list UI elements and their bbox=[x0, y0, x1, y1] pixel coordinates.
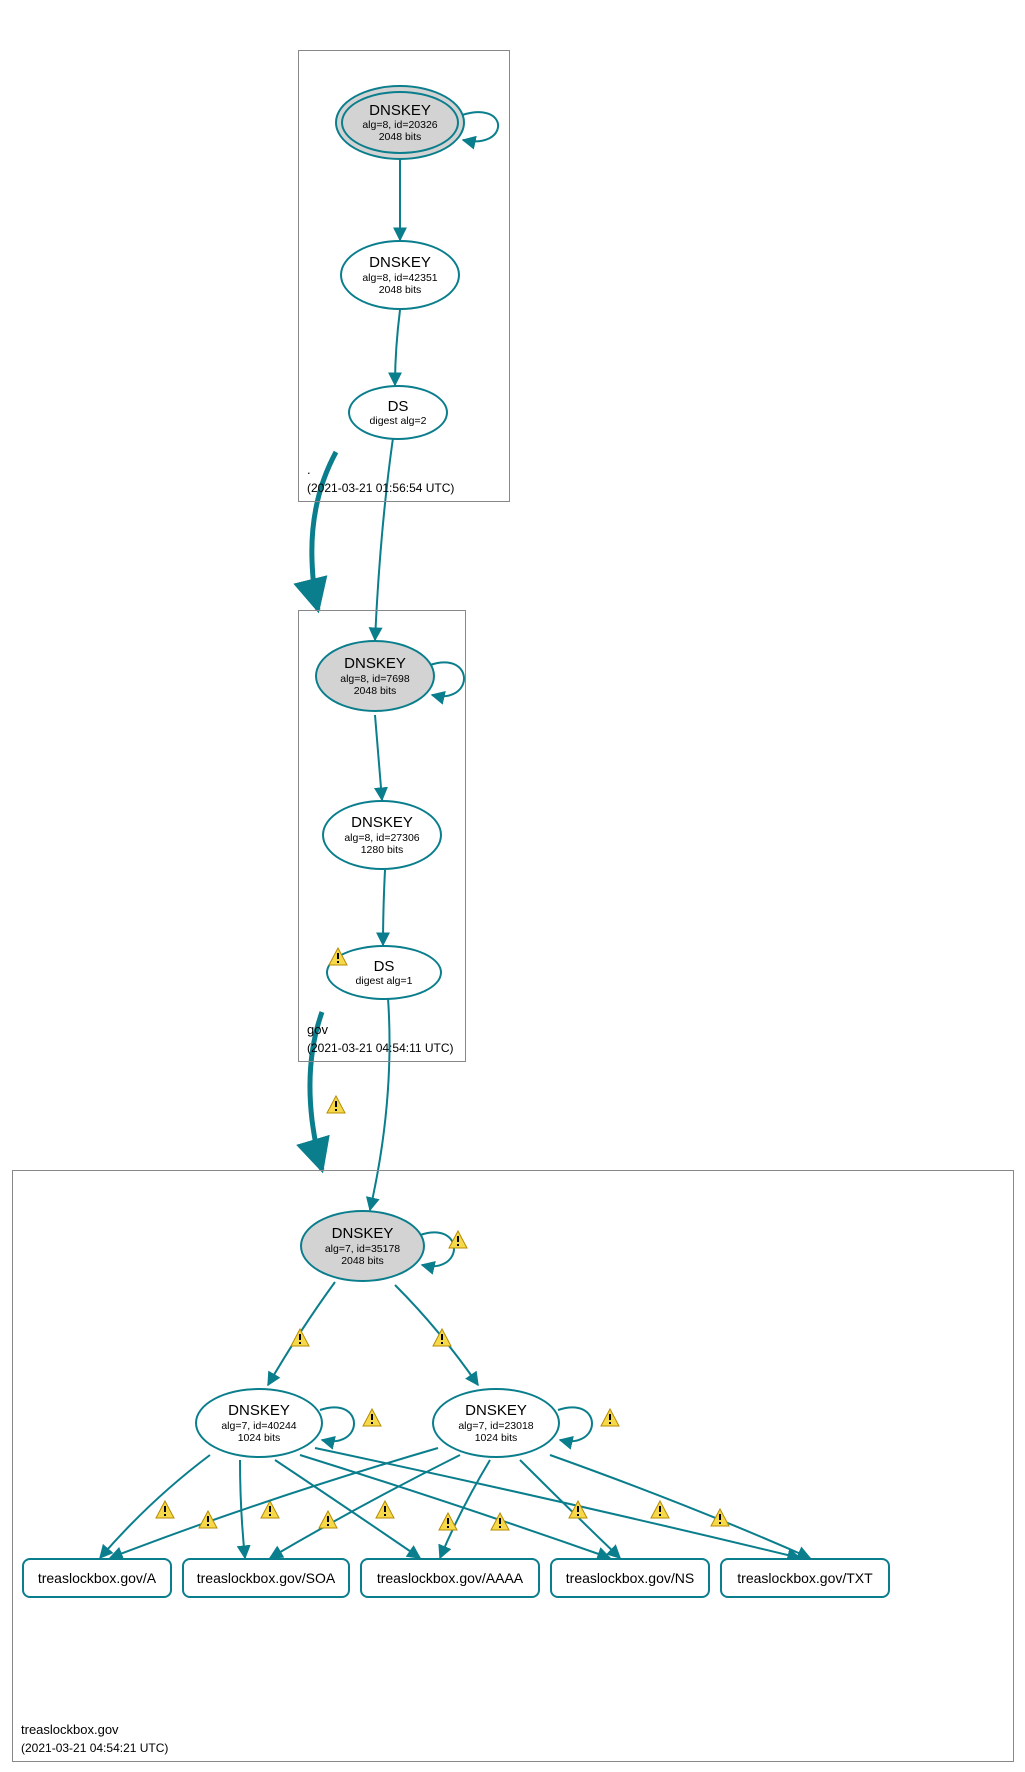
node-leaf-ksk: DNSKEY alg=7, id=35178 2048 bits bbox=[300, 1210, 425, 1282]
node-sub1: alg=8, id=7698 bbox=[340, 673, 409, 685]
node-leaf-zsk2: DNSKEY alg=7, id=23018 1024 bits bbox=[432, 1388, 560, 1458]
node-title: DS bbox=[374, 958, 395, 975]
node-gov-zsk: DNSKEY alg=8, id=27306 1280 bits bbox=[322, 800, 442, 870]
zone-leaf: treaslockbox.gov (2021-03-21 04:54:21 UT… bbox=[12, 1170, 1014, 1762]
rrset-ns: treaslockbox.gov/NS bbox=[550, 1558, 710, 1598]
node-gov-ds: DS digest alg=1 bbox=[326, 945, 442, 1000]
rrset-soa: treaslockbox.gov/SOA bbox=[182, 1558, 350, 1598]
node-sub1: alg=8, id=20326 bbox=[362, 119, 437, 131]
node-root-ds: DS digest alg=2 bbox=[348, 385, 448, 440]
node-title: DNSKEY bbox=[344, 655, 406, 672]
node-sub1: alg=7, id=35178 bbox=[325, 1243, 400, 1255]
zone-leaf-time: (2021-03-21 04:54:21 UTC) bbox=[21, 1741, 168, 1755]
rrset-a: treaslockbox.gov/A bbox=[22, 1558, 172, 1598]
node-sub1: alg=8, id=42351 bbox=[362, 272, 437, 284]
node-sub2: 2048 bits bbox=[341, 1255, 384, 1267]
node-gov-ksk: DNSKEY alg=8, id=7698 2048 bits bbox=[315, 640, 435, 712]
node-root-ksk: DNSKEY alg=8, id=20326 2048 bits bbox=[335, 85, 465, 160]
node-title: DNSKEY bbox=[369, 254, 431, 271]
node-sub1: alg=8, id=27306 bbox=[344, 832, 419, 844]
zone-leaf-label: treaslockbox.gov bbox=[21, 1722, 119, 1737]
node-root-zsk: DNSKEY alg=8, id=42351 2048 bits bbox=[340, 240, 460, 310]
node-sub2: 1024 bits bbox=[238, 1432, 281, 1444]
node-leaf-zsk1: DNSKEY alg=7, id=40244 1024 bits bbox=[195, 1388, 323, 1458]
node-sub2: 2048 bits bbox=[379, 131, 422, 143]
rrset-aaaa: treaslockbox.gov/AAAA bbox=[360, 1558, 540, 1598]
node-sub1: digest alg=1 bbox=[356, 975, 413, 987]
node-sub1: alg=7, id=23018 bbox=[458, 1420, 533, 1432]
node-title: DNSKEY bbox=[332, 1225, 394, 1242]
node-title: DS bbox=[388, 398, 409, 415]
zone-gov-time: (2021-03-21 04:54:11 UTC) bbox=[307, 1041, 454, 1055]
node-title: DNSKEY bbox=[465, 1402, 527, 1419]
warning-icon bbox=[328, 947, 348, 967]
node-sub1: alg=7, id=40244 bbox=[221, 1420, 296, 1432]
rrset-txt: treaslockbox.gov/TXT bbox=[720, 1558, 890, 1598]
zone-gov-label: gov bbox=[307, 1022, 328, 1037]
node-title: DNSKEY bbox=[369, 102, 431, 119]
node-title: DNSKEY bbox=[351, 814, 413, 831]
node-sub2: 1024 bits bbox=[475, 1432, 518, 1444]
zone-root-label: . bbox=[307, 462, 311, 477]
node-sub1: digest alg=2 bbox=[370, 415, 427, 427]
node-sub2: 2048 bits bbox=[354, 685, 397, 697]
zone-root-time: (2021-03-21 01:56:54 UTC) bbox=[307, 481, 454, 495]
node-title: DNSKEY bbox=[228, 1402, 290, 1419]
node-sub2: 1280 bits bbox=[361, 844, 404, 856]
node-sub2: 2048 bits bbox=[379, 284, 422, 296]
